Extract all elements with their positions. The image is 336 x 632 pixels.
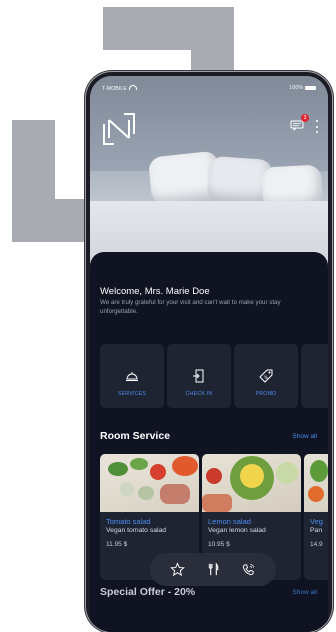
food-price: 11.95 $ <box>106 541 128 548</box>
notification-badge: 3 <box>301 114 309 122</box>
status-right: 100% <box>289 85 316 91</box>
bottom-nav <box>150 553 276 586</box>
status-carrier: T-MOBILE <box>102 85 137 92</box>
food-name: Veg <box>310 517 323 526</box>
quick-actions: SERVICES CHECK IN % PROMO <box>100 344 328 408</box>
food-price: 14.9 <box>310 541 323 548</box>
star-icon[interactable] <box>170 562 186 577</box>
hotel-logo <box>103 113 135 145</box>
services-tile[interactable]: SERVICES <box>100 344 164 408</box>
door-icon <box>193 369 204 383</box>
phone-icon[interactable] <box>241 562 256 577</box>
special-offer-title: Special Offer - 20% <box>100 586 196 598</box>
food-description: Vegan lemon salad <box>208 527 266 534</box>
cutlery-icon[interactable] <box>206 562 221 577</box>
food-name: Lemon salad <box>208 517 251 526</box>
food-price: 10.95 $ <box>208 541 230 548</box>
welcome-title: Welcome, Mrs. Marie Doe <box>100 286 210 297</box>
battery-percent: 100% <box>289 85 303 91</box>
room-service-title: Room Service <box>100 430 171 442</box>
check-in-tile[interactable]: CHECK IN <box>167 344 231 408</box>
food-description: Vegan tomato salad <box>106 527 167 534</box>
food-description: Pan <box>310 527 323 534</box>
check-in-label: CHECK IN <box>185 391 213 397</box>
partial-tile[interactable]: P <box>301 344 328 408</box>
more-menu-icon[interactable] <box>316 120 319 133</box>
partial-label: P <box>301 391 328 397</box>
chat-icon[interactable] <box>290 120 304 131</box>
partial-icon <box>325 368 328 384</box>
svg-text:%: % <box>264 375 268 380</box>
services-label: SERVICES <box>117 391 147 397</box>
promo-tile[interactable]: % PROMO <box>234 344 298 408</box>
food-name: Tomato salad <box>106 517 151 526</box>
salad-image <box>304 454 328 512</box>
tag-icon: % <box>259 369 273 383</box>
phone-frame: T-MOBILE 100% 3 Welcome, Mrs. Marie Doe … <box>86 72 332 632</box>
app-screen: T-MOBILE 100% 3 Welcome, Mrs. Marie Doe … <box>90 76 328 632</box>
service-bell-icon <box>126 372 138 381</box>
welcome-subtitle: We are truly grateful for your visit and… <box>100 299 281 315</box>
wifi-icon <box>128 85 137 90</box>
hero-image <box>90 76 328 271</box>
lemon-salad-image <box>202 454 301 512</box>
food-card[interactable]: Veg Pan 14.9 <box>304 454 328 580</box>
special-offer-show-all[interactable]: Show all <box>292 589 317 596</box>
battery-icon <box>305 86 316 90</box>
room-service-show-all[interactable]: Show all <box>292 433 317 440</box>
tomato-salad-image <box>100 454 199 512</box>
promo-label: PROMO <box>255 391 277 397</box>
